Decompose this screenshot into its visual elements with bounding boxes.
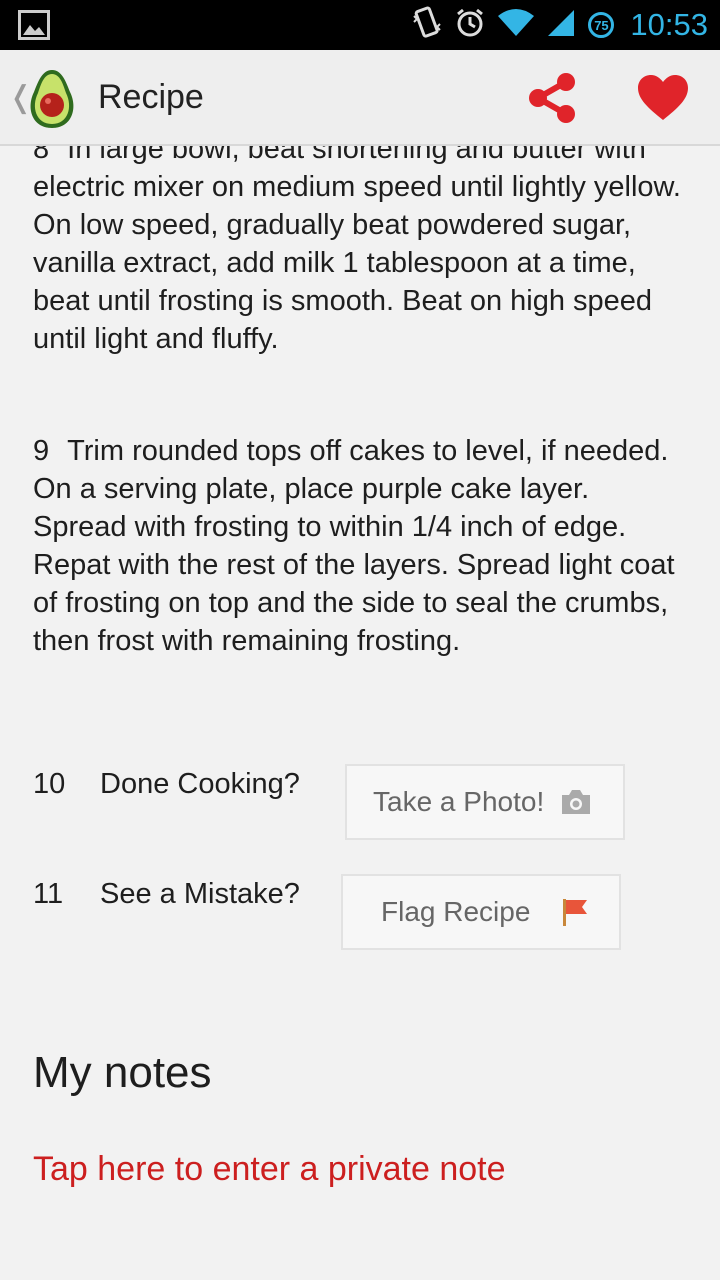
status-bar: 75 10:53 [0,0,720,50]
step-number: 9 [33,435,50,467]
flag-recipe-label: Flag Recipe [381,896,531,927]
clock: 10:53 [630,7,708,42]
done-cooking-label: Done Cooking? [100,768,300,800]
done-cooking-row: 10 Done Cooking? Take a Photo! [33,764,693,840]
step-instructions: In large bowl, beat shortening and butte… [33,146,681,355]
take-photo-label: Take a Photo! [373,786,545,817]
wifi-icon [498,8,535,43]
share-icon[interactable] [526,72,578,129]
flag-icon [560,897,590,927]
take-photo-button[interactable]: Take a Photo! [345,764,625,840]
step-instructions: Trim rounded tops off cakes to level, if… [33,435,675,657]
step-number: 8 [33,146,50,165]
see-mistake-row: 11 See a Mistake? Flag Recipe [33,874,693,950]
step-number: 10 [33,768,66,800]
gallery-icon [18,10,50,45]
action-bar: ❬ Recipe [0,50,720,146]
signal-icon [546,8,576,43]
notes-heading: My notes [33,1048,212,1097]
step-9: 9 Trim rounded tops off cakes to level, i… [33,432,683,660]
camera-icon [560,788,592,816]
flag-recipe-button[interactable]: Flag Recipe [341,874,621,950]
step-number: 11 [33,878,64,910]
see-mistake-label: See a Mistake? [100,878,300,910]
step-8: 8 In large bowl, beat shortening and butt… [33,146,683,358]
alarm-icon [454,7,486,44]
heart-icon[interactable] [636,74,690,127]
battery-icon: 75 [588,12,615,38]
page-title: Recipe [98,78,204,116]
avocado-logo-icon[interactable] [26,68,78,135]
vibrate-icon [412,6,442,45]
private-note-link[interactable]: Tap here to enter a private note [33,1150,506,1189]
recipe-content[interactable]: 8 In large bowl, beat shortening and butt… [0,146,720,1280]
